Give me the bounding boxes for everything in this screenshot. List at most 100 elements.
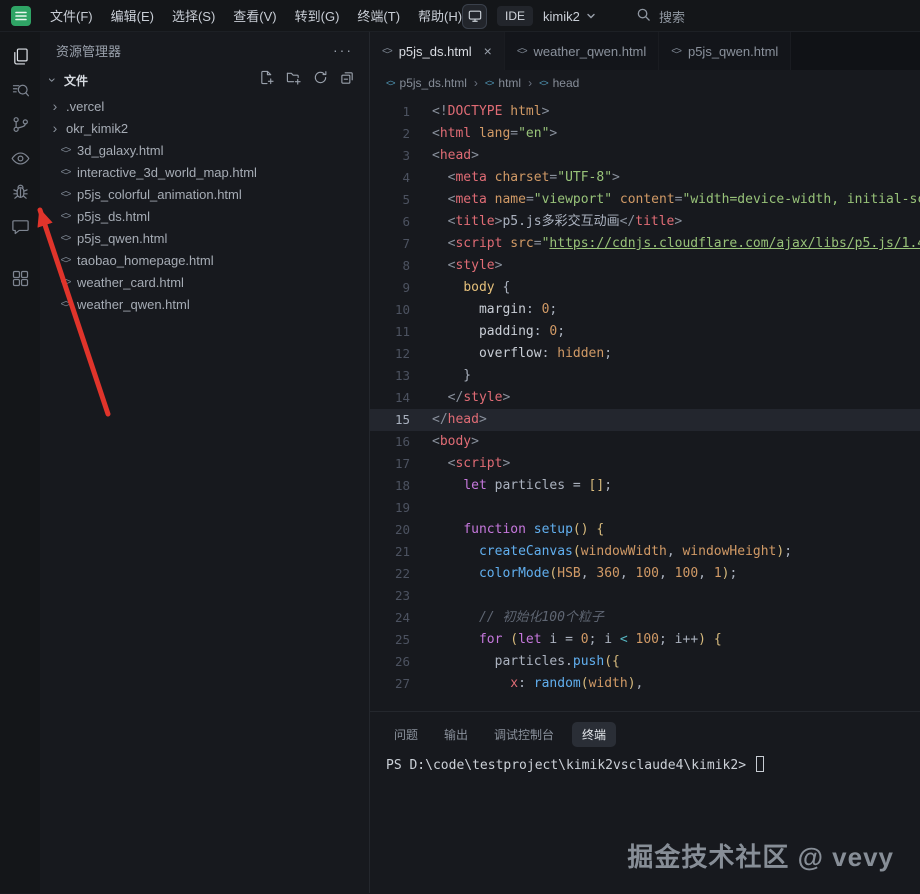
code-line[interactable]: 19 <box>370 497 920 519</box>
explorer-sidebar: 资源管理器 ··· › 文件 ›.vercel›okr_kimik2<>3d_g… <box>40 32 370 893</box>
code-text: <meta charset="UTF-8"> <box>432 167 620 189</box>
menu-item[interactable]: 终端(T) <box>349 3 408 28</box>
menu-item[interactable]: 查看(V) <box>225 3 284 28</box>
code-symbol-icon: <> <box>485 78 494 88</box>
code-line[interactable]: 14 </style> <box>370 387 920 409</box>
code-line[interactable]: 9 body { <box>370 277 920 299</box>
editor-area: <>p5js_ds.html×<>weather_qwen.html<>p5js… <box>370 32 920 893</box>
menu-item[interactable]: 转到(G) <box>287 3 348 28</box>
code-line[interactable]: 1<!DOCTYPE html> <box>370 101 920 123</box>
editor-tab[interactable]: <>p5js_ds.html× <box>370 32 505 70</box>
preview-eye-icon[interactable] <box>8 146 32 170</box>
ide-badge[interactable]: IDE <box>497 6 533 26</box>
tree-file-item[interactable]: <>interactive_3d_world_map.html <box>40 161 369 183</box>
tree-file-item[interactable]: <>weather_qwen.html <box>40 293 369 315</box>
line-number: 26 <box>370 651 410 673</box>
code-line[interactable]: 11 padding: 0; <box>370 321 920 343</box>
breadcrumb-item[interactable]: <>head <box>539 76 579 90</box>
code-line[interactable]: 4 <meta charset="UTF-8"> <box>370 167 920 189</box>
code-line[interactable]: 16<body> <box>370 431 920 453</box>
project-name: kimik2 <box>543 9 580 24</box>
app-logo-icon[interactable] <box>10 5 32 27</box>
section-actions <box>259 70 355 90</box>
panel-tab[interactable]: 终端 <box>572 722 616 747</box>
new-file-icon[interactable] <box>259 70 274 90</box>
code-line[interactable]: 26 particles.push({ <box>370 651 920 673</box>
terminal-prompt: PS D:\code\testproject\kimik2vsclaude4\k… <box>386 758 754 773</box>
extensions-grid-icon[interactable] <box>8 266 32 290</box>
code-line[interactable]: 12 overflow: hidden; <box>370 343 920 365</box>
tree-folder-item[interactable]: ›okr_kimik2 <box>40 117 369 139</box>
code-text: overflow: hidden; <box>432 343 612 365</box>
project-switcher[interactable]: kimik2 <box>543 9 596 24</box>
code-line[interactable]: 13 } <box>370 365 920 387</box>
code-line[interactable]: 6 <title>p5.js多彩交互动画</title> <box>370 211 920 233</box>
more-actions-icon[interactable]: ··· <box>333 42 353 58</box>
tree-file-item[interactable]: <>3d_galaxy.html <box>40 139 369 161</box>
panel-tab[interactable]: 问题 <box>386 722 426 747</box>
debug-bug-icon[interactable] <box>8 180 32 204</box>
code-line[interactable]: 21 createCanvas(windowWidth, windowHeigh… <box>370 541 920 563</box>
code-line[interactable]: 24 // 初始化100个粒子 <box>370 607 920 629</box>
breadcrumb-item[interactable]: <>p5js_ds.html <box>386 76 467 90</box>
code-text: <!DOCTYPE html> <box>432 101 549 123</box>
code-text: <meta name="viewport" content="width=dev… <box>432 189 920 211</box>
line-number: 11 <box>370 321 410 343</box>
code-line[interactable]: 20 function setup() { <box>370 519 920 541</box>
chat-icon[interactable] <box>8 214 32 238</box>
editor-tab[interactable]: <>weather_qwen.html <box>505 32 659 70</box>
code-line[interactable]: 15</head> <box>370 409 920 431</box>
code-text: // 初始化100个粒子 <box>432 607 604 629</box>
collapse-all-icon[interactable] <box>340 70 355 90</box>
code-text: <style> <box>432 255 502 277</box>
tab-label: p5js_ds.html <box>399 44 472 59</box>
panel-tab[interactable]: 调试控制台 <box>486 722 562 747</box>
html-file-icon: <> <box>58 233 73 244</box>
terminal[interactable]: PS D:\code\testproject\kimik2vsclaude4\k… <box>386 756 904 773</box>
explorer-icon[interactable] <box>8 44 32 68</box>
code-line[interactable]: 22 colorMode(HSB, 360, 100, 100, 1); <box>370 563 920 585</box>
tree-file-item[interactable]: <>weather_card.html <box>40 271 369 293</box>
menu-item[interactable]: 选择(S) <box>164 3 223 28</box>
new-folder-icon[interactable] <box>286 70 301 90</box>
ide-window-icon[interactable] <box>462 4 487 29</box>
code-line[interactable]: 7 <script src="https://cdnjs.cloudflare.… <box>370 233 920 255</box>
search-files-icon[interactable] <box>8 78 32 102</box>
code-line[interactable]: 10 margin: 0; <box>370 299 920 321</box>
source-control-icon[interactable] <box>8 112 32 136</box>
breadcrumb-item[interactable]: <>html <box>485 76 521 90</box>
refresh-icon[interactable] <box>313 70 328 90</box>
tree-file-item[interactable]: <>p5js_colorful_animation.html <box>40 183 369 205</box>
code-line[interactable]: 3<head> <box>370 145 920 167</box>
code-line[interactable]: 2<html lang="en"> <box>370 123 920 145</box>
line-number: 3 <box>370 145 410 167</box>
code-line[interactable]: 17 <script> <box>370 453 920 475</box>
code-line[interactable]: 18 let particles = []; <box>370 475 920 497</box>
tree-folder-item[interactable]: ›.vercel <box>40 95 369 117</box>
code-editor[interactable]: 1<!DOCTYPE html>2<html lang="en">3<head>… <box>370 96 920 711</box>
tree-file-item[interactable]: <>p5js_qwen.html <box>40 227 369 249</box>
tree-file-item[interactable]: <>p5js_ds.html <box>40 205 369 227</box>
line-number: 27 <box>370 673 410 695</box>
file-name: p5js_ds.html <box>77 209 150 224</box>
breadcrumb-label: p5js_ds.html <box>400 76 467 90</box>
code-text: function setup() { <box>432 519 604 541</box>
code-text: colorMode(HSB, 360, 100, 100, 1); <box>432 563 737 585</box>
tree-file-item[interactable]: <>taobao_homepage.html <box>40 249 369 271</box>
code-line[interactable]: 25 for (let i = 0; i < 100; i++) { <box>370 629 920 651</box>
line-number: 6 <box>370 211 410 233</box>
code-line[interactable]: 27 x: random(width), <box>370 673 920 695</box>
code-text: <body> <box>432 431 479 453</box>
code-line[interactable]: 8 <style> <box>370 255 920 277</box>
menu-item[interactable]: 文件(F) <box>42 3 101 28</box>
code-line[interactable]: 23 <box>370 585 920 607</box>
search-box[interactable]: 搜索 <box>636 0 685 32</box>
close-icon[interactable]: × <box>484 43 492 59</box>
menu-item[interactable]: 编辑(E) <box>103 3 162 28</box>
files-section-header[interactable]: › 文件 <box>40 68 369 92</box>
panel-tab[interactable]: 输出 <box>436 722 476 747</box>
html-file-icon: <> <box>671 46 681 57</box>
editor-tab[interactable]: <> p5js_qwen.html <box>659 32 791 70</box>
tab-label: p5js_qwen.html <box>688 44 778 59</box>
code-line[interactable]: 5 <meta name="viewport" content="width=d… <box>370 189 920 211</box>
